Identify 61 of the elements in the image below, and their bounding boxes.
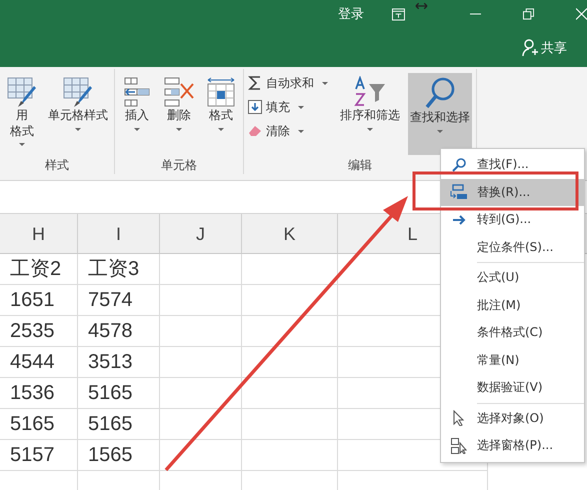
ribbon-command[interactable]: 删除 (161, 73, 197, 155)
menu-item[interactable]: 公式(U) (441, 264, 584, 292)
table-cell: 工资2 (0, 254, 78, 285)
table-cell: 5165 (0, 409, 78, 440)
column-header[interactable]: K (242, 214, 338, 253)
menu-item[interactable]: 选择对象(O) (441, 404, 584, 432)
restore-icon[interactable] (522, 8, 534, 20)
sort-filter-icon (353, 76, 387, 108)
table-cell: 7574 (78, 285, 160, 316)
delete-cells-icon (163, 76, 195, 108)
group-label: 单元格 (161, 157, 197, 174)
brush-table-icon (6, 76, 38, 108)
pointer-icon (453, 410, 465, 426)
table-cell: 3513 (78, 347, 160, 378)
table-cell: 5165 (78, 378, 160, 409)
column-header[interactable]: H (0, 214, 78, 253)
close-icon[interactable] (576, 8, 587, 20)
sum-icon (248, 75, 262, 91)
brush-table-icon (62, 76, 94, 108)
menu-item[interactable]: 批注(M) (441, 292, 584, 319)
column-header[interactable]: I (78, 214, 160, 253)
person-add-icon (522, 39, 538, 57)
table-cell: 1565 (78, 440, 160, 471)
eraser-icon (248, 125, 262, 137)
resize-cursor-icon (414, 2, 428, 10)
table-cell: 1536 (0, 378, 78, 409)
menu-item[interactable]: 选择窗格(P)... (441, 432, 584, 460)
share-button[interactable]: 共享 (522, 39, 567, 57)
ribbon-command[interactable]: 填充 (248, 97, 332, 117)
ribbon-command[interactable]: 排序和筛选 (338, 73, 402, 155)
ribbon-command[interactable]: 插入 (119, 73, 155, 155)
table-cell: 4578 (78, 316, 160, 347)
menu-item[interactable]: 替换(R)... (441, 178, 584, 206)
sign-in-link[interactable]: 登录 (338, 5, 364, 23)
fill-down-icon (248, 100, 262, 114)
search-icon (452, 158, 466, 172)
search-icon (424, 76, 456, 110)
table-cell: 工资3 (78, 254, 160, 285)
ribbon-command[interactable]: 清除 (248, 121, 332, 141)
minimize-icon[interactable] (470, 13, 481, 15)
ribbon-command[interactable]: 自动求和 (248, 73, 332, 93)
ribbon-command[interactable]: 格式 (203, 73, 239, 155)
arrow-right-icon (452, 214, 466, 225)
column-header[interactable]: J (160, 214, 242, 253)
table-cell: 1651 (0, 285, 78, 316)
table-cell: 4544 (0, 347, 78, 378)
format-cells-icon (205, 76, 237, 108)
replace-icon (450, 184, 468, 200)
menu-item[interactable]: 常量(N) (441, 346, 584, 374)
ribbon-display-icon[interactable] (392, 8, 405, 20)
ribbon-command[interactable]: 查找和选择 (408, 73, 472, 155)
table-cell: 2535 (0, 316, 78, 347)
table-cell: 5157 (0, 440, 78, 471)
selection-pane-icon (451, 438, 467, 454)
ribbon-command[interactable]: 用 格式 (4, 73, 40, 155)
group-label: 编辑 (348, 157, 372, 174)
menu-item[interactable]: 数据验证(V) (441, 374, 584, 402)
menu-item[interactable]: 条件格式(C) (441, 319, 584, 346)
group-label: 样式 (45, 157, 69, 174)
table-cell: 5165 (78, 409, 160, 440)
ribbon-command[interactable]: 单元格样式 (46, 73, 110, 155)
